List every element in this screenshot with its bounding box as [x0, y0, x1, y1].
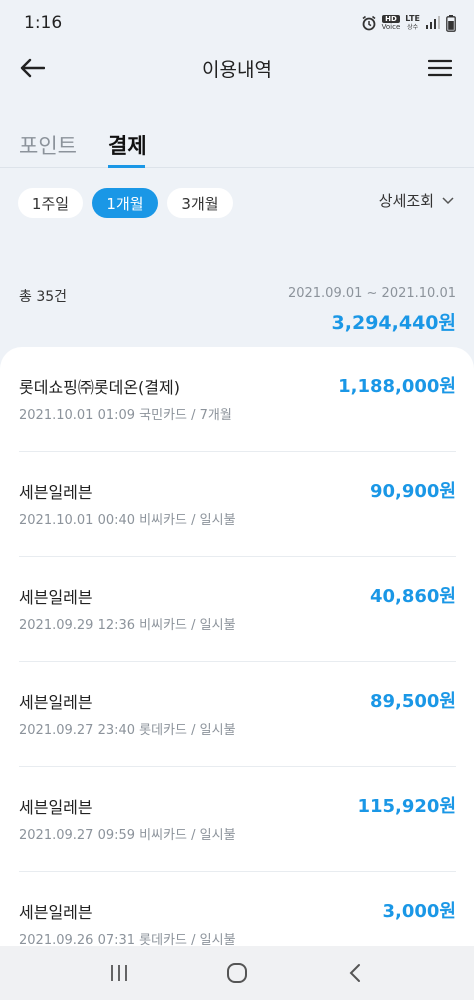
active-tab-indicator	[108, 165, 145, 168]
period-filters: 1주일 1개월 3개월	[18, 188, 233, 218]
lte-sub-label: 상수	[407, 24, 419, 31]
status-bar: 1:16 HD Voice LTE 상수	[0, 0, 474, 46]
transaction-meta: 2021.09.27 09:59 비씨카드 / 일시불	[19, 828, 236, 843]
transaction-row[interactable]: 세븐일레븐 40,860원 2021.09.29 12:36 비씨카드 / 일시…	[19, 557, 456, 662]
app-bar: 이용내역	[0, 46, 474, 90]
period-range: 2021.09.01 ~ 2021.10.01	[287, 286, 456, 301]
transaction-amount: 3,000원	[382, 901, 457, 922]
merchant-name: 세븐일레븐	[19, 588, 93, 607]
hd-label: HD	[381, 15, 401, 23]
transaction-meta: 2021.10.01 01:09 국민카드 / 7개월	[19, 408, 232, 423]
transaction-meta: 2021.09.26 07:31 롯데카드 / 일시불	[19, 933, 236, 947]
lte-badge: LTE 상수	[405, 14, 420, 32]
nav-back-button[interactable]	[335, 953, 375, 993]
lte-label: LTE	[405, 14, 420, 23]
filter-1-week-chip[interactable]: 1주일	[18, 188, 83, 218]
status-time: 1:16	[24, 13, 63, 33]
hamburger-menu-icon	[428, 59, 452, 77]
home-icon	[227, 963, 247, 983]
menu-button[interactable]	[424, 54, 456, 82]
page-title: 이용내역	[202, 58, 272, 81]
transaction-row[interactable]: 세븐일레븐 90,900원 2021.10.01 00:40 비씨카드 / 일시…	[19, 452, 456, 557]
tab-points[interactable]: 포인트	[19, 130, 77, 160]
transaction-amount: 90,900원	[369, 481, 456, 502]
transaction-list: 롯데쇼핑㈜롯데온(결제) 1,188,000원 2021.10.01 01:09…	[0, 347, 474, 947]
transaction-meta: 2021.09.27 23:40 롯데카드 / 일시불	[19, 723, 236, 738]
total-count: 총 35건	[19, 289, 68, 305]
transaction-amount: 40,860원	[369, 586, 456, 607]
arrow-left-icon	[20, 58, 45, 78]
status-icons: HD Voice LTE 상수	[361, 14, 456, 32]
filter-3-month-chip[interactable]: 3개월	[167, 188, 233, 218]
merchant-name: 롯데쇼핑㈜롯데온(결제)	[19, 378, 180, 397]
recent-apps-button[interactable]	[99, 953, 139, 993]
transaction-amount: 1,188,000원	[338, 376, 456, 397]
voice-label: Voice	[381, 23, 401, 31]
signal-icon	[426, 16, 440, 29]
transaction-amount: 89,500원	[369, 691, 456, 712]
merchant-name: 세븐일레븐	[19, 693, 93, 712]
merchant-name: 세븐일레븐	[19, 798, 93, 817]
filter-1-month-chip[interactable]: 1개월	[92, 188, 158, 218]
transaction-meta: 2021.09.29 12:36 비씨카드 / 일시불	[19, 618, 236, 633]
recent-apps-icon	[111, 965, 127, 981]
nav-back-icon	[349, 964, 360, 982]
alarm-icon	[362, 15, 376, 31]
battery-icon	[446, 14, 456, 32]
chevron-down-icon	[442, 196, 454, 204]
transaction-row[interactable]: 세븐일레븐 3,000원 2021.09.26 07:31 롯데카드 / 일시불	[19, 872, 456, 947]
tab-payment[interactable]: 결제	[108, 130, 147, 160]
transaction-meta: 2021.10.01 00:40 비씨카드 / 일시불	[19, 513, 236, 528]
detail-search-button[interactable]: 상세조회	[379, 190, 454, 211]
transaction-row[interactable]: 세븐일레븐 89,500원 2021.09.27 23:40 롯데카드 / 일시…	[19, 662, 456, 767]
home-button[interactable]	[217, 953, 257, 993]
merchant-name: 세븐일레븐	[19, 483, 93, 502]
transaction-row[interactable]: 롯데쇼핑㈜롯데온(결제) 1,188,000원 2021.10.01 01:09…	[19, 347, 456, 452]
detail-search-label: 상세조회	[378, 192, 434, 210]
tab-bar: 포인트 결제	[0, 122, 474, 168]
hd-voice-badge: HD Voice	[381, 15, 401, 31]
back-button[interactable]	[16, 54, 48, 82]
transaction-amount: 115,920원	[357, 796, 456, 817]
total-amount: 3,294,440원	[331, 312, 456, 334]
transaction-row[interactable]: 세븐일레븐 115,920원 2021.09.27 09:59 비씨카드 / 일…	[19, 767, 456, 872]
system-nav-bar	[0, 946, 474, 1000]
merchant-name: 세븐일레븐	[19, 903, 93, 922]
